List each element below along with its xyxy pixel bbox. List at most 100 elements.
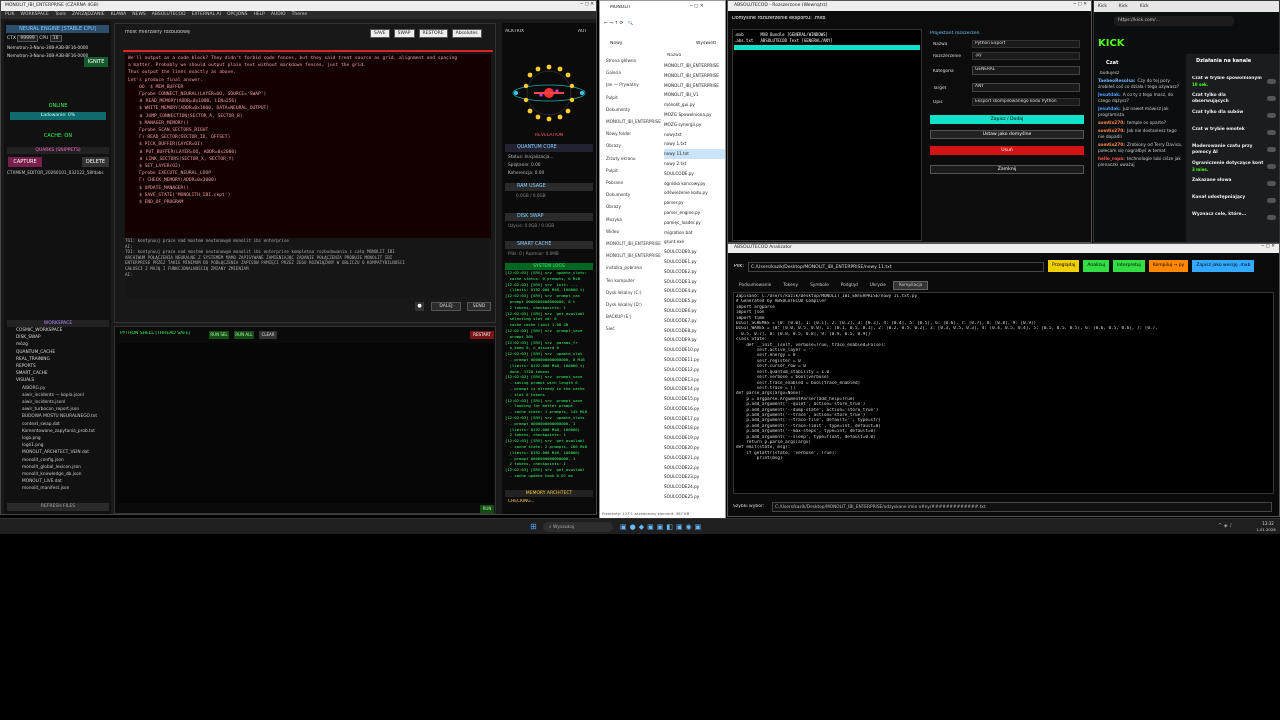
ctx-input[interactable]: 99999 xyxy=(17,35,38,42)
nav-item[interactable]: MONOLIT_IBI_ENTERPRISE xyxy=(606,250,662,262)
file-row[interactable]: parser.py xyxy=(664,198,725,208)
file-item[interactable]: aiwir_turbocan_report.json xyxy=(8,406,110,413)
kick-logo[interactable]: KICK xyxy=(1098,38,1138,50)
nav-item[interactable]: instalka_pobrana xyxy=(606,262,662,274)
analyzer-button[interactable]: Zapisz jako wersję .mxb xyxy=(1192,260,1255,272)
file-row[interactable]: SOULCODE10.py xyxy=(664,345,725,355)
toggle-switch[interactable] xyxy=(1267,147,1276,152)
nav-item[interactable]: Dysk lokalny (D:) xyxy=(606,299,662,311)
toggle-switch[interactable] xyxy=(1267,113,1276,118)
browser-tab[interactable]: Kick xyxy=(1119,4,1128,9)
chat-username[interactable]: Jesutdak: xyxy=(1098,93,1121,98)
nav-item[interactable]: Pulpit xyxy=(606,165,662,177)
new-button[interactable]: Nowy xyxy=(610,41,640,48)
file-row[interactable]: SOULCODE18.py xyxy=(664,423,725,433)
folder-item[interactable]: REPORTS xyxy=(8,363,110,370)
toggle-switch[interactable] xyxy=(1267,130,1276,135)
file-row[interactable]: SOULCODE8.py xyxy=(664,326,725,336)
nav-item[interactable]: MONOLIT_IBI_ENTERPRISE xyxy=(606,238,662,250)
extension-input[interactable]: .py xyxy=(972,52,1080,60)
folder-item[interactable]: QUANTUM_CACHE xyxy=(8,349,110,356)
target-select[interactable]: ANY xyxy=(972,83,1080,92)
action-row[interactable]: Moderowanie czatu przy pomocy AI xyxy=(1192,144,1278,161)
file-row[interactable]: MOZG synergii.py xyxy=(664,120,725,130)
toggle-switch[interactable] xyxy=(1267,79,1276,84)
nav-item[interactable]: Jan — Prywatny xyxy=(606,79,662,91)
file-row[interactable]: SOULCODE13.py xyxy=(664,375,725,385)
editor-restore-button[interactable]: RESTORE xyxy=(418,29,448,38)
action-row[interactable]: Wyznacz cele, które... xyxy=(1192,212,1278,229)
file-row[interactable]: SOULCODE25.py xyxy=(664,492,725,502)
export-window-controls[interactable]: ─ ▢ ✕ xyxy=(1073,2,1087,7)
file-row[interactable]: nowy 2.txt xyxy=(664,159,725,169)
menu-item[interactable]: ABSOLUTECOD xyxy=(152,12,186,17)
taskbar-app-icons[interactable]: ▣●◆▣▣◧▣◉▣ xyxy=(620,522,730,532)
category-select[interactable]: GENERAL xyxy=(972,66,1080,75)
action-row[interactable]: Czat w trybie spowolnionym 10 sek. xyxy=(1192,76,1278,93)
editor-absolutes-button[interactable]: Absolutes xyxy=(451,29,482,38)
action-row[interactable]: Czat tylko dla obserwujących xyxy=(1192,93,1278,110)
taskbar-search[interactable]: ⌕ Wyszukaj xyxy=(543,522,613,532)
run-sel-button[interactable]: RUN SEL xyxy=(209,331,229,339)
file-row[interactable]: SOULCODE24.py xyxy=(664,482,725,492)
menu-item[interactable]: NEWS xyxy=(132,12,146,17)
system-logs[interactable]: [12:02:03] [SRV] srv update_slots: cache… xyxy=(505,270,593,486)
run-all-button[interactable]: RUN ALL xyxy=(234,331,254,339)
menu-item[interactable]: Tools xyxy=(55,12,66,17)
nav-item[interactable]: Galeria xyxy=(606,67,662,79)
menu-item[interactable]: KLAWA xyxy=(111,12,127,17)
file-row[interactable]: MOZG Spowolniona.py xyxy=(664,110,725,120)
view-button[interactable]: Wyświetl xyxy=(696,41,725,48)
file-row[interactable]: SOULCODE20.py xyxy=(664,443,725,453)
file-item[interactable]: aiwir_incidents — kopia.jsonl xyxy=(8,392,110,399)
analyzer-button[interactable]: Przeglądaj xyxy=(1048,260,1080,272)
shell-run-button[interactable]: RUN xyxy=(480,505,494,513)
file-row[interactable]: pamięc_loader.py xyxy=(664,218,725,228)
nav-item[interactable]: Sieć xyxy=(606,323,662,335)
nav-item[interactable]: Pulpit xyxy=(606,92,662,104)
folder-item[interactable]: REAL_TRAINING xyxy=(8,356,110,363)
nav-item[interactable]: Obrazy xyxy=(606,201,662,213)
file-row[interactable]: SOULCODE1.py xyxy=(664,257,725,267)
extension-row-selected[interactable]: .abs.txt ABSOLUTECOD Text [GENERAL/ANY] xyxy=(734,38,920,44)
file-item[interactable]: monolit_config.json xyxy=(8,457,110,464)
menu-item[interactable]: EXTERNAL AI xyxy=(192,12,221,17)
nav-item[interactable]: Dysk lokalny (C:) xyxy=(606,287,662,299)
file-row[interactable]: SOULCODE4.py xyxy=(664,286,725,296)
close-button[interactable]: Zamknij xyxy=(930,165,1084,174)
save-add-button[interactable]: Zapisz / Dodaj xyxy=(930,115,1084,124)
analyzer-tab[interactable]: Podgląd xyxy=(836,282,863,289)
menu-item[interactable]: WORKSPACE xyxy=(21,12,49,17)
start-button-icon[interactable]: ⊞ xyxy=(530,523,538,531)
nav-item[interactable]: Strona główna xyxy=(606,55,662,67)
browser-tab[interactable]: Kick xyxy=(1140,4,1149,9)
file-row[interactable]: odświeżenie kodu.py xyxy=(664,188,725,198)
explorer-address-bar[interactable]: ← → ↑ ⟳ 🔍 xyxy=(604,21,722,29)
capture-button[interactable]: CAPTURE xyxy=(8,157,42,167)
description-input[interactable]: Eksport skompilowanego kodu Python xyxy=(972,98,1080,106)
toggle-switch[interactable] xyxy=(1267,215,1276,220)
ignite-button[interactable]: IGNITE xyxy=(84,57,108,67)
menu-item[interactable]: PLIK xyxy=(5,12,15,17)
analyzer-tab[interactable]: Kompilacja xyxy=(892,281,929,290)
nav-item[interactable]: Obrazy xyxy=(606,140,662,152)
browser-tab[interactable]: Kick xyxy=(1098,4,1107,9)
file-row[interactable]: SOULCODE6.py xyxy=(664,306,725,316)
menu-item[interactable]: OPCJONS xyxy=(227,12,248,17)
chat-username[interactable]: somtix270: xyxy=(1098,121,1125,126)
file-row[interactable]: nowy 11.txt xyxy=(664,149,725,159)
file-row[interactable]: MONOLIT_IBI_ENTERPRISE xyxy=(664,61,725,71)
name-column-header[interactable]: Nazwa xyxy=(667,53,722,60)
file-row[interactable]: MONOLIT_IBI_ENTERPRISE xyxy=(664,71,725,81)
extension-list[interactable]: .mxb MXB Bundle [GENERAL/WINDOWS] .abs.t… xyxy=(732,29,922,241)
chat-username[interactable]: somtix270: xyxy=(1098,143,1125,148)
dalej-button[interactable]: DALEJ xyxy=(431,302,461,311)
file-row[interactable]: nowy 1.txt xyxy=(664,139,725,149)
file-item[interactable]: BUDOWA MOSTU NEURALNEGO.txt xyxy=(8,413,110,420)
file-item[interactable]: AIBORG.py xyxy=(8,385,110,392)
cpu-input[interactable]: 16 xyxy=(49,35,62,42)
menu-item[interactable]: ZARZĄDZANIE xyxy=(72,12,105,17)
action-row[interactable]: Kanał udostępniający xyxy=(1192,195,1278,212)
file-row[interactable]: ognisko koncowy.py xyxy=(664,179,725,189)
file-row[interactable]: SOULCODE19.py xyxy=(664,433,725,443)
